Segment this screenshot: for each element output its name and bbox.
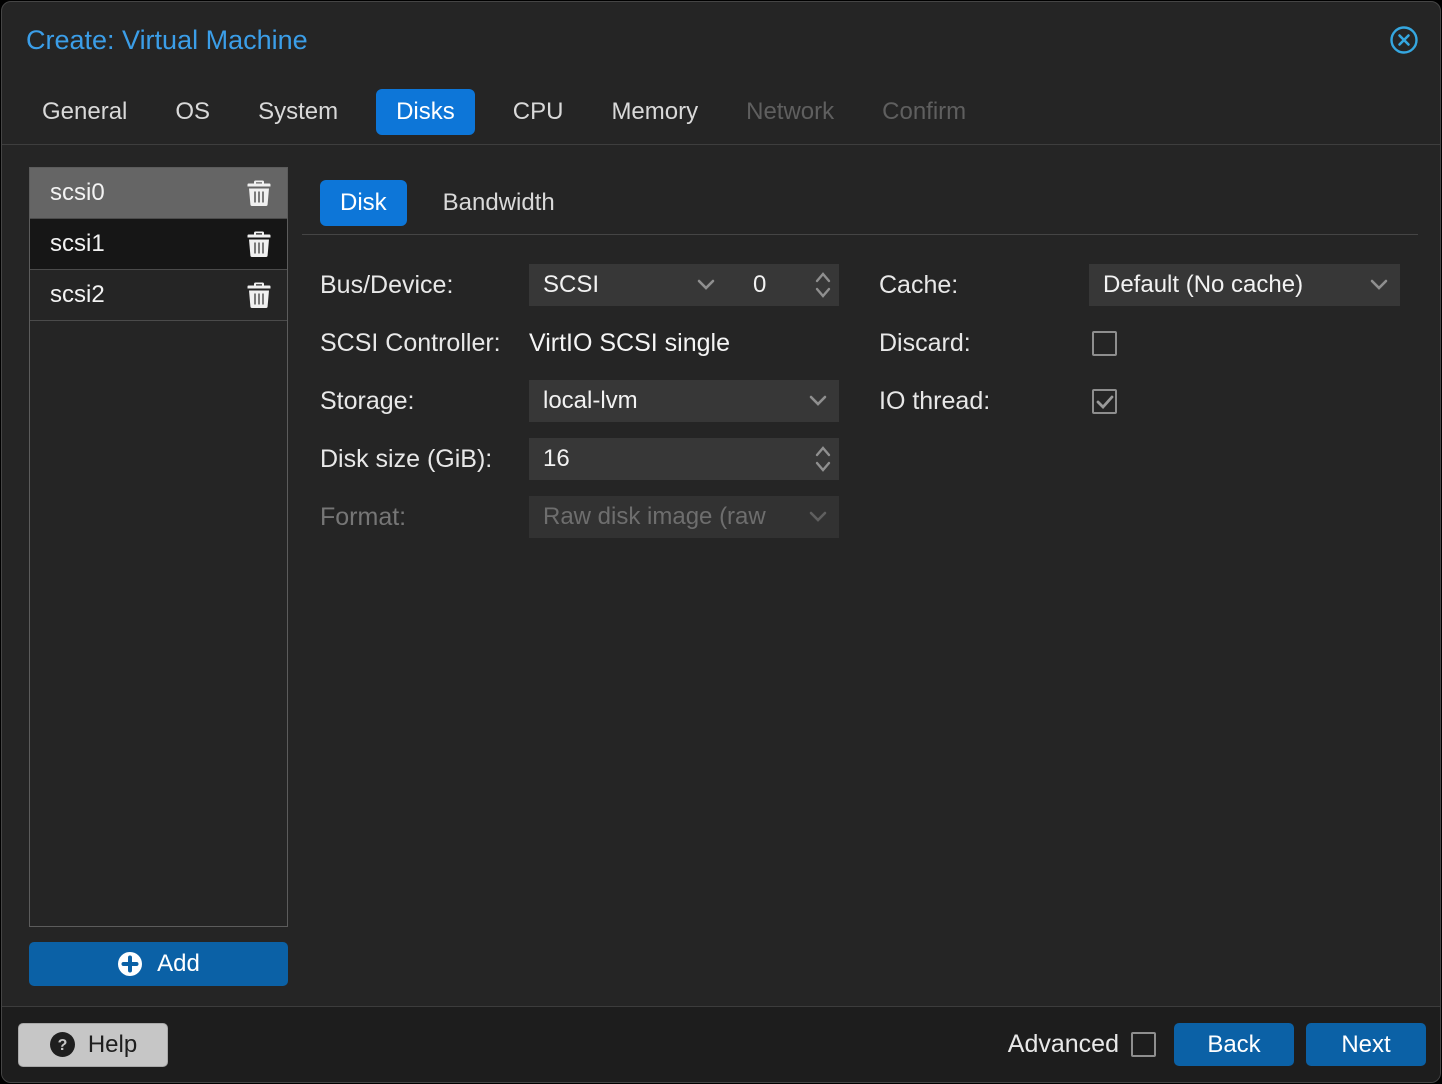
footer-bar: ? Help Advanced Back Next — [2, 1006, 1440, 1082]
create-vm-dialog: Create: Virtual Machine General OS Syste… — [1, 1, 1441, 1083]
panel-separator — [302, 234, 1418, 235]
trash-icon[interactable] — [247, 231, 271, 257]
cache-select[interactable]: Default (No cache) — [1089, 264, 1400, 306]
tabs-separator — [2, 144, 1440, 145]
tab-cpu[interactable]: CPU — [513, 98, 564, 126]
discard-checkbox[interactable] — [1092, 331, 1117, 356]
disk-panel-tab-bar: Disk Bandwidth — [320, 180, 555, 226]
discard-label: Discard: — [879, 329, 971, 357]
trash-icon[interactable] — [247, 180, 271, 206]
tab-general[interactable]: General — [42, 98, 127, 126]
disk-name: scsi0 — [50, 179, 105, 206]
plus-circle-icon — [118, 952, 143, 976]
help-button[interactable]: ? Help — [18, 1022, 168, 1067]
disk-size-value: 16 — [543, 445, 570, 472]
format-select: Raw disk image (raw — [529, 496, 839, 538]
svg-text:?: ? — [57, 1037, 67, 1054]
tab-memory[interactable]: Memory — [611, 98, 698, 126]
bus-select[interactable]: SCSI — [529, 264, 727, 306]
disk-row-scsi2[interactable]: scsi2 — [30, 270, 287, 321]
device-number-stepper[interactable]: 0 — [727, 264, 839, 306]
disk-list: scsi0 scsi1 scsi2 — [29, 167, 288, 927]
chevron-up-down-icon[interactable] — [815, 445, 831, 473]
tab-network: Network — [746, 98, 835, 125]
storage-select[interactable]: local-lvm — [529, 380, 839, 422]
scsi-controller-label: SCSI Controller: — [320, 329, 501, 357]
disk-row-scsi1[interactable]: scsi1 — [30, 219, 287, 270]
advanced-label: Advanced — [1007, 1030, 1119, 1058]
help-button-label: Help — [87, 1030, 138, 1058]
tab-disk[interactable]: Disk — [320, 180, 407, 226]
chevron-down-icon[interactable] — [1370, 279, 1388, 291]
chevron-down-icon — [809, 511, 827, 522]
format-label: Format: — [320, 503, 407, 531]
tab-system[interactable]: System — [258, 98, 338, 126]
chevron-down-icon[interactable] — [697, 279, 715, 291]
close-icon[interactable] — [1388, 24, 1420, 56]
disk-size-stepper[interactable]: 16 — [529, 438, 839, 480]
wizard-tab-bar: General OS System Disks CPU Memory Netwo… — [2, 88, 1440, 136]
disk-row-scsi0[interactable]: scsi0 — [30, 168, 287, 219]
bus-device-label: Bus/Device: — [320, 271, 454, 299]
cache-value: Default (No cache) — [1103, 271, 1304, 298]
cache-label: Cache: — [879, 271, 959, 299]
bus-value: SCSI — [543, 271, 600, 298]
device-value: 0 — [753, 271, 767, 298]
trash-icon[interactable] — [247, 282, 271, 308]
format-value: Raw disk image (raw — [543, 503, 766, 530]
next-button[interactable]: Next — [1306, 1023, 1426, 1066]
advanced-checkbox[interactable] — [1131, 1032, 1156, 1057]
disk-name: scsi1 — [50, 230, 105, 257]
tab-os[interactable]: OS — [175, 98, 210, 126]
tab-disks[interactable]: Disks — [376, 89, 475, 135]
bus-device-combo[interactable]: SCSI 0 — [529, 264, 839, 306]
scsi-controller-value: VirtIO SCSI single — [529, 329, 731, 357]
io-thread-checkbox[interactable] — [1092, 389, 1117, 414]
question-circle-icon: ? — [49, 1032, 75, 1057]
checkmark-icon — [1096, 395, 1113, 409]
io-thread-label: IO thread: — [879, 387, 991, 415]
footer-actions: Advanced Back Next — [1008, 1023, 1426, 1066]
tab-bandwidth[interactable]: Bandwidth — [443, 189, 555, 217]
storage-value: local-lvm — [543, 387, 638, 414]
chevron-down-icon[interactable] — [809, 395, 827, 407]
tab-confirm: Confirm — [882, 98, 967, 125]
add-button-label: Add — [157, 950, 200, 977]
title-bar: Create: Virtual Machine — [2, 2, 1440, 78]
add-disk-button[interactable]: Add — [29, 942, 288, 986]
chevron-up-down-icon[interactable] — [815, 271, 831, 299]
disk-name: scsi2 — [50, 281, 105, 308]
back-button[interactable]: Back — [1174, 1023, 1294, 1066]
storage-label: Storage: — [320, 387, 415, 415]
dialog-title: Create: Virtual Machine — [26, 24, 308, 55]
disk-size-label: Disk size (GiB): — [320, 445, 493, 473]
